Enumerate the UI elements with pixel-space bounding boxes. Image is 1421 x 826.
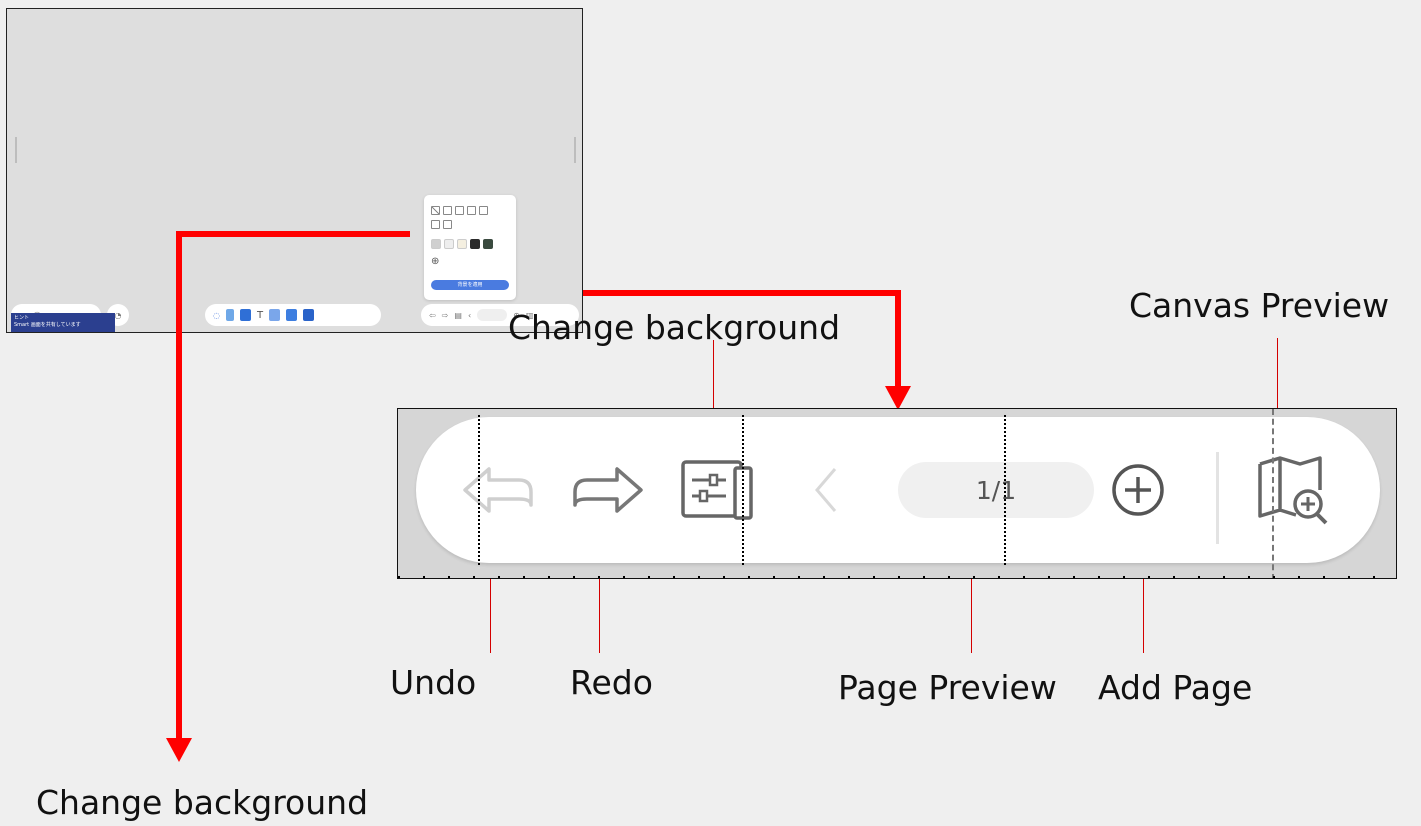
- dotted-guide: [742, 415, 744, 565]
- zoomed-page-toolbar: 1/1: [397, 408, 1397, 579]
- undo-icon[interactable]: ⇦: [429, 311, 436, 320]
- callout-line-page-preview: [971, 579, 972, 653]
- color-swatch[interactable]: [444, 239, 454, 249]
- dashed-guide: [1272, 409, 1274, 578]
- previous-page-icon: [815, 468, 837, 512]
- canvas-preview-button[interactable]: [1254, 455, 1334, 525]
- undo-button[interactable]: [458, 455, 538, 525]
- text-tool-icon[interactable]: T: [257, 310, 263, 321]
- callout-line-redo: [599, 579, 600, 653]
- layout-option[interactable]: [431, 220, 440, 229]
- label-canvas-preview: Canvas Preview: [1129, 286, 1390, 325]
- settings-icon: ◔: [114, 310, 122, 320]
- redo-icon[interactable]: ⇨: [442, 311, 449, 320]
- color-swatch[interactable]: [457, 239, 467, 249]
- page-preview-pill[interactable]: [477, 309, 508, 321]
- label-change-background: Change background: [508, 308, 841, 347]
- background-settings-icon: [681, 460, 753, 520]
- arrow-background-horizontal: [176, 231, 410, 237]
- layout-option[interactable]: [443, 220, 452, 229]
- lasso-icon[interactable]: ◌: [213, 311, 220, 320]
- callout-line-canvas-preview: [1277, 338, 1278, 408]
- dotted-guide: [1004, 415, 1006, 565]
- redo-icon: [573, 467, 643, 513]
- tooltip-line: ヒント: [14, 315, 30, 321]
- color-swatch[interactable]: [470, 239, 480, 249]
- layout-option[interactable]: [467, 206, 476, 215]
- toolbar-divider: [1216, 452, 1219, 544]
- tick-ruler: [398, 576, 1396, 578]
- tooltip-line: Smart 画面を共有しています: [14, 322, 81, 328]
- layout-option[interactable]: [479, 206, 488, 215]
- add-page-icon: [1112, 464, 1164, 516]
- shape-tool-icon[interactable]: [269, 309, 281, 321]
- add-page-button[interactable]: [1106, 455, 1170, 525]
- color-swatch-row: [431, 239, 493, 249]
- previous-page-button[interactable]: [806, 455, 846, 525]
- mini-drawing-tools-bar: ◌ T: [205, 304, 381, 326]
- previous-page-icon[interactable]: ‹: [468, 311, 471, 320]
- arrow-zoom-horizontal: [583, 290, 901, 296]
- layout-options-row-1: [431, 206, 488, 215]
- mini-tooltip: ヒント Smart 画面を共有しています: [11, 313, 115, 332]
- page-preview-button[interactable]: 1/1: [898, 462, 1094, 518]
- background-settings-icon[interactable]: ▤: [454, 311, 462, 320]
- label-redo: Redo: [570, 663, 653, 702]
- arrow-background-vertical: [176, 231, 182, 741]
- left-edge-handle[interactable]: [15, 137, 17, 163]
- layout-option[interactable]: [455, 206, 464, 215]
- arrow-background-head: [166, 738, 192, 762]
- pen-tool-icon[interactable]: [225, 309, 234, 321]
- label-add-page: Add Page: [1098, 668, 1253, 707]
- toolbar-pill: 1/1: [416, 417, 1380, 563]
- arrow-zoom-head: [885, 386, 911, 410]
- layout-option[interactable]: [443, 206, 452, 215]
- label-change-background-bottom: Change background: [36, 783, 369, 822]
- background-settings-panel: ⊕ 背景を適用: [424, 195, 516, 300]
- canvas-preview-icon: [1258, 456, 1328, 525]
- layout-option[interactable]: [431, 206, 440, 215]
- eraser-tool-icon[interactable]: [239, 309, 251, 321]
- undo-icon: [463, 467, 533, 513]
- color-swatch[interactable]: [483, 239, 493, 249]
- callout-line-add-page: [1143, 579, 1144, 653]
- add-color-icon[interactable]: ⊕: [431, 257, 439, 267]
- apply-background-button[interactable]: 背景を適用: [431, 280, 509, 290]
- page-indicator: 1/1: [975, 475, 1017, 505]
- right-edge-handle[interactable]: [574, 137, 576, 163]
- callout-line-undo: [490, 579, 491, 653]
- arrow-zoom-vertical: [895, 290, 901, 390]
- whiteboard-screenshot-thumbnail: ⊕ 背景を適用 ▭ ◯ ▭ ◔ ヒント Smart 画面を共有しています ◌ T…: [6, 8, 583, 333]
- label-page-preview: Page Preview: [838, 668, 1057, 707]
- image-tool-icon[interactable]: [286, 309, 298, 321]
- redo-button[interactable]: [568, 455, 648, 525]
- toolbox-icon[interactable]: [303, 309, 315, 321]
- callout-line-change-background: [713, 340, 714, 408]
- layout-options-row-2: [431, 220, 452, 229]
- label-undo: Undo: [390, 663, 477, 702]
- change-background-button[interactable]: [678, 455, 758, 525]
- color-swatch[interactable]: [431, 239, 441, 249]
- dotted-guide: [478, 415, 480, 565]
